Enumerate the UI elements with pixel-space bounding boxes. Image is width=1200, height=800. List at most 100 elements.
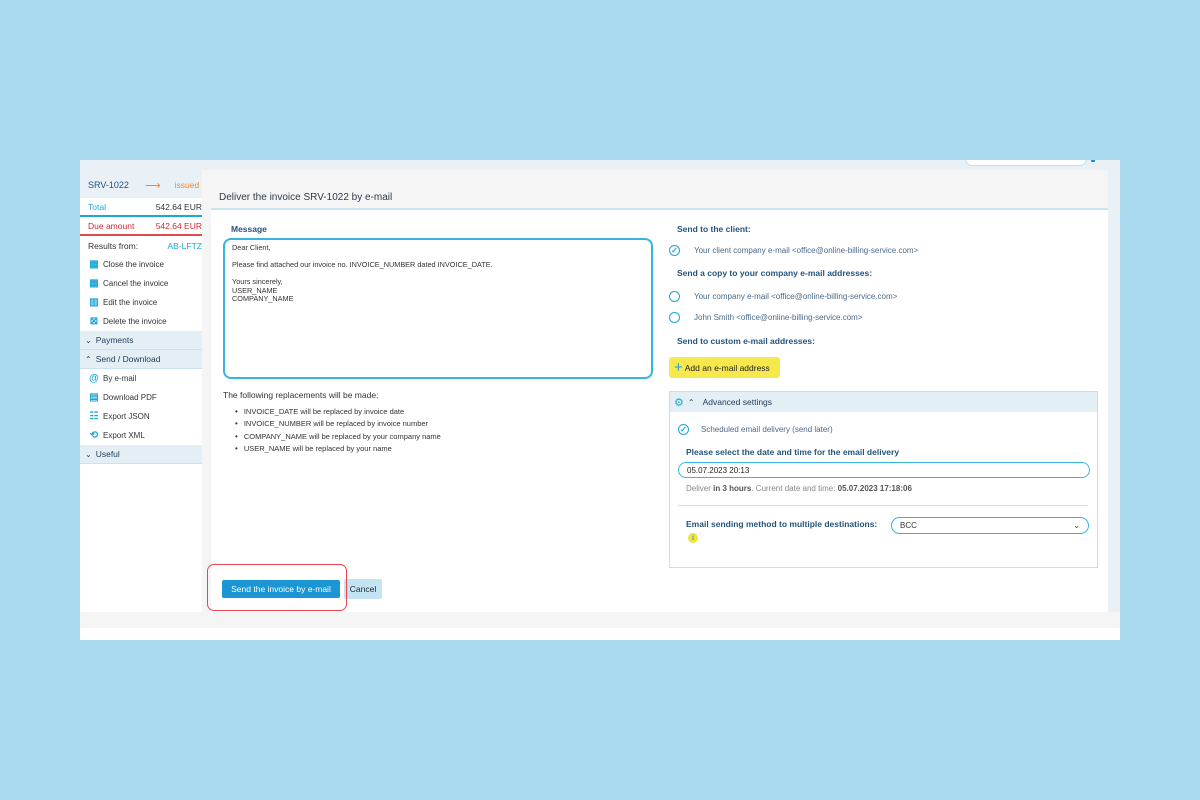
message-textarea[interactable]: Dear Client, Please find attached our in… xyxy=(223,238,653,379)
chevron-down-icon: ⌄ xyxy=(85,335,92,345)
advanced-settings-toggle[interactable]: ⚙ ⌃ Advanced settings xyxy=(670,392,1097,412)
delivery-info: Deliver in 3 hours. Current date and tim… xyxy=(686,484,912,493)
replacements-list: INVOICE_DATE will be replaced by invoice… xyxy=(235,405,441,455)
footer-strip xyxy=(80,612,1120,628)
sidebar: SRV-1022 ⟶ issued Total 542.64 EUR Due a… xyxy=(80,172,202,628)
sidebar-item-label: Export JSON xyxy=(103,412,150,421)
sidebar-item-export-json[interactable]: ☷ Export JSON xyxy=(80,407,202,426)
advanced-settings-panel: ⚙ ⌃ Advanced settings ✓ Scheduled email … xyxy=(669,391,1098,568)
top-search-icon[interactable] xyxy=(1091,160,1095,162)
checked-radio-icon[interactable]: ✓ xyxy=(678,424,689,435)
total-row: Total 542.64 EUR xyxy=(80,198,202,217)
due-label: Due amount xyxy=(88,220,135,231)
sidebar-item-label: Close the invoice xyxy=(103,260,164,269)
invoice-code: SRV-1022 xyxy=(88,180,129,190)
replacement-item: USER_NAME will be replaced by your name xyxy=(235,443,441,456)
due-value: 542.64 EUR xyxy=(155,220,202,231)
section-label: Payments xyxy=(95,335,134,345)
close-invoice-icon: ▦ xyxy=(89,259,99,270)
section-send-download[interactable]: ⌃ Send / Download xyxy=(80,350,202,369)
edit-invoice-icon: ▥ xyxy=(89,297,99,308)
delivery-datetime-input[interactable] xyxy=(678,462,1090,478)
send-to-client-label: Send to the client: xyxy=(677,224,751,234)
chevron-down-icon: ⌄ xyxy=(85,449,92,459)
page-title: Deliver the invoice SRV-1022 by e-mail xyxy=(219,192,393,203)
results-from-row: Results from: AB-LFTZ xyxy=(80,236,202,255)
top-search-field[interactable] xyxy=(965,160,1087,166)
settings-icon: ⚙ xyxy=(674,396,684,409)
status-arrow-icon: ⟶ xyxy=(144,179,161,192)
results-label: Results from: xyxy=(88,240,139,251)
add-email-button[interactable]: + Add an e-mail address xyxy=(669,357,780,378)
plus-icon: + xyxy=(674,359,683,376)
chevron-up-icon: ⌃ xyxy=(687,397,695,407)
divider xyxy=(678,505,1088,506)
sidebar-item-export-xml[interactable]: ⟲ Export XML xyxy=(80,426,202,445)
unchecked-radio-icon[interactable] xyxy=(669,291,680,302)
replacement-item: INVOICE_DATE will be replaced by invoice… xyxy=(235,405,441,418)
option-label: Your client company e-mail <office@onlin… xyxy=(694,246,919,255)
deliver-in: in 3 hours xyxy=(713,484,752,493)
section-payments[interactable]: ⌄ Payments xyxy=(80,331,202,350)
main-panel: Deliver the invoice SRV-1022 by e-mail M… xyxy=(202,170,1108,612)
replacement-item: INVOICE_NUMBER will be replaced by invoi… xyxy=(235,418,441,431)
chevron-down-icon: ⌄ xyxy=(1073,521,1080,530)
replacements-heading: The following replacements will be made: xyxy=(223,390,379,400)
company-email-option[interactable]: Your company e-mail <office@online-billi… xyxy=(669,291,897,302)
sidebar-item-label: By e-mail xyxy=(103,374,137,383)
datetime-label: Please select the date and time for the … xyxy=(686,447,900,457)
chevron-up-icon: ⌃ xyxy=(85,354,92,364)
xml-icon: ⟲ xyxy=(89,430,99,441)
selected-method: BCC xyxy=(900,521,917,530)
advanced-settings-title: Advanced settings xyxy=(702,397,773,407)
due-amount-row: Due amount 542.64 EUR xyxy=(80,217,202,236)
sidebar-item-label: Download PDF xyxy=(103,393,157,402)
john-smith-email-option[interactable]: John Smith <office@online-billing-servic… xyxy=(669,312,863,323)
invoice-header: SRV-1022 ⟶ issued xyxy=(80,172,202,198)
sidebar-item-by-email[interactable]: @ By e-mail xyxy=(80,369,202,388)
info-icon[interactable]: i xyxy=(688,533,698,543)
footer-logo xyxy=(230,636,296,640)
add-email-label: Add an e-mail address xyxy=(684,362,770,373)
scheduled-delivery-label: Scheduled email delivery (send later) xyxy=(701,425,833,434)
send-invoice-button[interactable]: Send the invoice by e-mail xyxy=(222,580,340,598)
sidebar-item-label: Export XML xyxy=(103,431,145,440)
section-label: Useful xyxy=(95,449,120,459)
replacement-item: COMPANY_NAME will be replaced by your co… xyxy=(235,430,441,443)
custom-email-label: Send to custom e-mail addresses: xyxy=(677,336,815,346)
sidebar-item-delete-invoice[interactable]: ⊠ Delete the invoice xyxy=(80,312,202,331)
sidebar-item-cancel-invoice[interactable]: ▦ Cancel the invoice xyxy=(80,274,202,293)
deliver-prefix: Deliver xyxy=(686,484,714,493)
sidebar-item-edit-invoice[interactable]: ▥ Edit the invoice xyxy=(80,293,202,312)
delete-invoice-icon: ⊠ xyxy=(89,316,99,327)
option-label: Your company e-mail <office@online-billi… xyxy=(694,292,898,301)
status-badge: issued xyxy=(174,180,200,190)
unchecked-radio-icon[interactable] xyxy=(669,312,680,323)
pdf-icon: ▤ xyxy=(89,392,99,403)
total-label: Total xyxy=(88,201,106,212)
cancel-invoice-icon: ▦ xyxy=(89,278,99,289)
sidebar-item-close-invoice[interactable]: ▦ Close the invoice xyxy=(80,255,202,274)
sidebar-item-label: Delete the invoice xyxy=(103,317,167,326)
total-value: 542.64 EUR xyxy=(155,201,202,212)
sidebar-item-label: Cancel the invoice xyxy=(103,279,169,288)
json-icon: ☷ xyxy=(89,411,99,422)
at-icon: @ xyxy=(89,373,99,384)
message-label: Message xyxy=(231,224,267,234)
option-label: John Smith <office@online-billing-servic… xyxy=(694,313,863,322)
email-form: Message Dear Client, Please find attache… xyxy=(207,210,1108,612)
results-link[interactable]: AB-LFTZ xyxy=(168,241,202,251)
sending-method-label: Email sending method to multiple destina… xyxy=(686,519,878,529)
scheduled-delivery-option[interactable]: ✓ Scheduled email delivery (send later) xyxy=(678,424,833,435)
send-copy-label: Send a copy to your company e-mail addre… xyxy=(677,268,873,278)
section-label: Send / Download xyxy=(95,354,161,364)
app-window: SRV-1022 ⟶ issued Total 542.64 EUR Due a… xyxy=(80,160,1120,640)
sending-method-select[interactable]: BCC ⌄ xyxy=(891,517,1089,534)
deliver-mid: . Current date and time: xyxy=(751,484,838,493)
client-email-option[interactable]: ✓ Your client company e-mail <office@onl… xyxy=(669,245,918,256)
cancel-button[interactable]: Cancel xyxy=(344,579,382,599)
sidebar-item-download-pdf[interactable]: ▤ Download PDF xyxy=(80,388,202,407)
sidebar-item-label: Edit the invoice xyxy=(103,298,158,307)
checked-radio-icon[interactable]: ✓ xyxy=(669,245,680,256)
section-useful[interactable]: ⌄ Useful xyxy=(80,445,202,464)
